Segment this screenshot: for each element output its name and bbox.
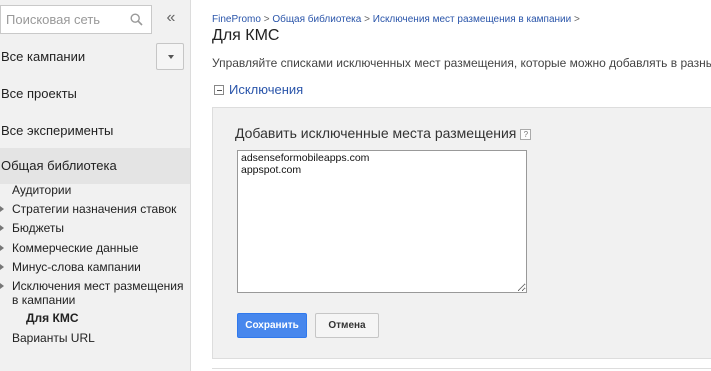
library-item-business-data[interactable]: Коммерческие данные xyxy=(0,241,190,260)
breadcrumb: FinePromo > Общая библиотека > Исключени… xyxy=(212,14,580,25)
expand-arrow-icon[interactable] xyxy=(0,245,4,251)
library-item-url-options[interactable]: Варианты URL xyxy=(0,331,190,350)
library-item-label: Варианты URL xyxy=(12,331,95,345)
page-title: Для КМС xyxy=(212,27,280,44)
nav-shared-library[interactable]: Общая библиотека xyxy=(0,148,190,184)
collapse-sidebar-icon[interactable]: « xyxy=(160,8,182,30)
page-description: Управляйте списками исключенных мест раз… xyxy=(212,56,711,70)
panel-heading: Добавить исключенные места размещения? xyxy=(235,125,532,141)
library-item-display-network[interactable]: Для КМС xyxy=(0,311,190,331)
divider xyxy=(212,368,711,369)
section-toggle-label: Исключения xyxy=(229,82,304,97)
expand-arrow-icon[interactable] xyxy=(0,283,4,289)
library-item-label: Стратегии назначения ставок xyxy=(12,202,177,216)
exclusions-section-toggle[interactable]: Исключения xyxy=(214,82,303,97)
library-item-label: Бюджеты xyxy=(12,221,65,235)
library-item-bid-strategies[interactable]: Стратегии назначения ставок xyxy=(0,202,190,221)
add-exclusions-panel: Добавить исключенные места размещения? a… xyxy=(212,107,711,359)
library-item-label: Для КМС xyxy=(26,311,79,325)
library-item-negative-keywords[interactable]: Минус-слова кампании xyxy=(0,260,190,279)
library-item-label: Аудитории xyxy=(12,183,72,197)
expand-arrow-icon[interactable] xyxy=(0,206,4,212)
breadcrumb-link-placement-exclusions[interactable]: Исключения мест размещения в кампании xyxy=(373,14,571,25)
cancel-button[interactable]: Отмена xyxy=(315,313,379,338)
help-icon[interactable]: ? xyxy=(520,129,532,140)
library-item-placement-exclusions[interactable]: Исключения мест размещения в кампании xyxy=(0,279,190,311)
main-content: FinePromo > Общая библиотека > Исключени… xyxy=(200,0,711,371)
collapse-minus-icon xyxy=(214,85,224,95)
library-item-budgets[interactable]: Бюджеты xyxy=(0,221,190,241)
breadcrumb-link-account[interactable]: FinePromo xyxy=(212,14,261,25)
save-button[interactable]: Сохранить xyxy=(237,313,307,338)
sidebar: « Все кампании Все проекты Все экспериме… xyxy=(0,0,191,371)
breadcrumb-separator: > xyxy=(574,14,580,25)
library-item-audiences[interactable]: Аудитории xyxy=(0,183,190,202)
search-input[interactable] xyxy=(1,6,121,33)
nav-all-experiments[interactable]: Все эксперименты xyxy=(0,113,190,149)
library-item-label: Коммерческие данные xyxy=(12,241,139,255)
campaigns-dropdown-button[interactable] xyxy=(156,43,184,70)
breadcrumb-separator: > xyxy=(364,14,370,25)
search-icon[interactable] xyxy=(130,13,143,26)
panel-heading-text: Добавить исключенные места размещения xyxy=(235,125,517,141)
library-item-label: Минус-слова кампании xyxy=(12,260,141,274)
library-submenu: Аудитории Стратегии назначения ставок Бю… xyxy=(0,183,190,350)
breadcrumb-link-shared-library[interactable]: Общая библиотека xyxy=(272,14,361,25)
nav-all-projects[interactable]: Все проекты xyxy=(0,76,190,112)
library-item-label: Исключения мест размещения в кампании xyxy=(12,279,184,307)
expand-arrow-icon[interactable] xyxy=(0,264,4,270)
search-box xyxy=(0,5,152,34)
placements-textarea[interactable]: adsenseformobileapps.com appspot.com xyxy=(237,150,527,293)
breadcrumb-separator: > xyxy=(263,14,270,25)
expand-arrow-icon[interactable] xyxy=(0,225,4,231)
